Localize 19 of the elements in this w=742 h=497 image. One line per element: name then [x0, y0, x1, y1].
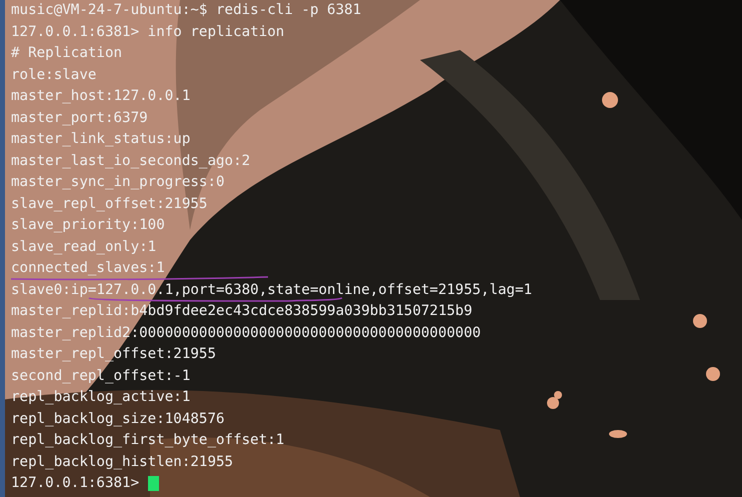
terminal-line: slave_repl_offset:21955 [11, 196, 208, 212]
terminal-line: 127.0.0.1:6381> info replication [11, 24, 284, 40]
terminal-line: repl_backlog_first_byte_offset:1 [11, 432, 284, 448]
terminal-line: repl_backlog_histlen:21955 [11, 454, 234, 470]
terminal-line: master_last_io_seconds_ago:2 [11, 152, 250, 168]
terminal-line: master_host:127.0.0.1 [11, 88, 190, 104]
text-cursor [148, 476, 159, 492]
terminal-line: repl_backlog_size:1048576 [11, 410, 225, 426]
terminal-line: role:slave [11, 66, 96, 82]
shell-prompt: 127.0.0.1:6381> [11, 474, 140, 493]
terminal-line: music@VM-24-7-ubuntu:~$ redis-cli -p 6381 [11, 2, 362, 18]
terminal-line: master_sync_in_progress:0 [11, 174, 225, 190]
terminal-line: repl_backlog_active:1 [11, 389, 190, 405]
terminal-line: slave_read_only:1 [11, 238, 156, 254]
terminal-line: master_link_status:up [11, 131, 190, 147]
terminal-line: connected_slaves:1 [11, 260, 165, 276]
terminal-line: master_port:6379 [11, 110, 148, 126]
terminal-line: slave_priority:100 [11, 217, 165, 233]
terminal-line: # Replication [11, 45, 122, 61]
